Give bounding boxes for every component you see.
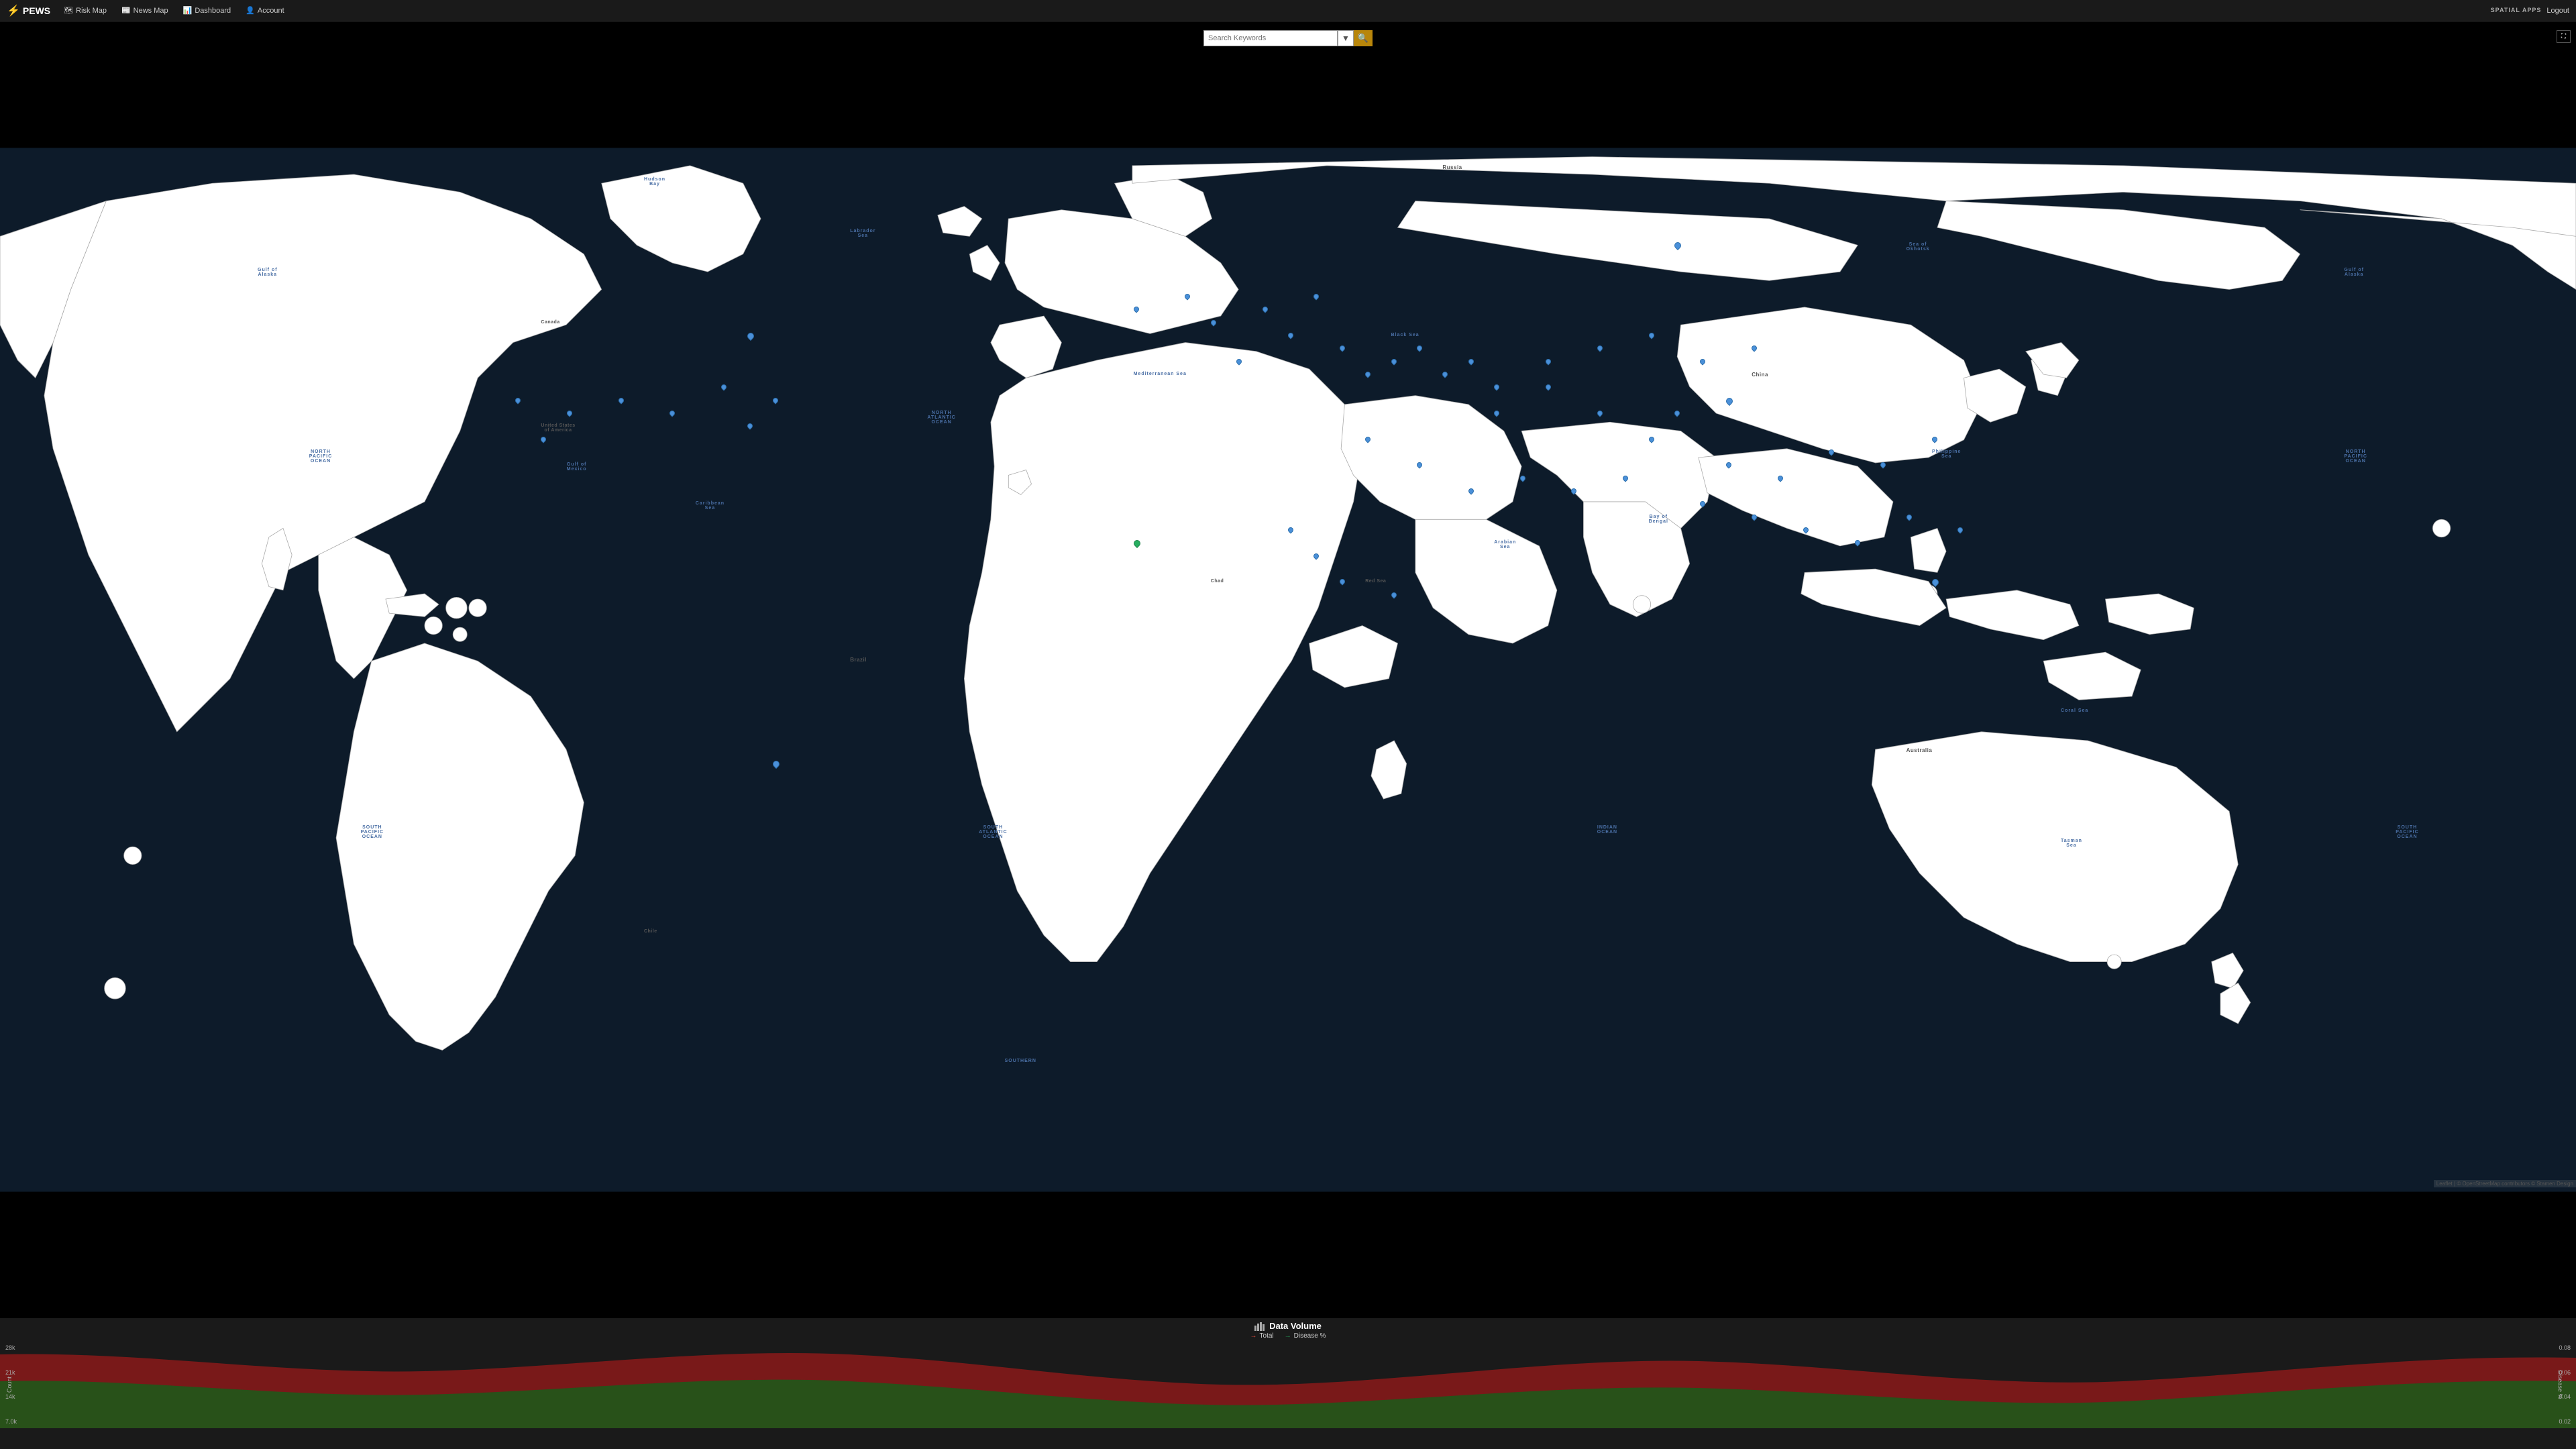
search-icon: 🔍 bbox=[1358, 33, 1368, 44]
filter-icon: ▼ bbox=[1342, 34, 1350, 43]
dashboard-icon: 📊 bbox=[183, 6, 193, 15]
y-label-14k: 14k bbox=[5, 1393, 17, 1400]
y-axis-left-labels: 28k 21k 14k 7.0k bbox=[5, 1341, 17, 1428]
y-label-0.02: 0.02 bbox=[2559, 1418, 2571, 1425]
chart-legend: → Total → Disease % bbox=[0, 1331, 2576, 1341]
total-label: Total bbox=[1260, 1332, 1274, 1340]
nav-right: SPATIAL APPS Logout bbox=[2491, 7, 2576, 15]
search-input[interactable] bbox=[1203, 30, 1338, 46]
y-label-7k: 7.0k bbox=[5, 1418, 17, 1425]
legend-total: → Total bbox=[1250, 1332, 1274, 1340]
news-map-link[interactable]: 📰 News Map bbox=[115, 3, 175, 17]
account-label: Account bbox=[258, 7, 284, 15]
dashboard-link[interactable]: 📊 Dashboard bbox=[176, 3, 238, 17]
chart-area: Count 28k 21k 14k 7.0k 0.08 0.06 0.04 0.… bbox=[0, 1341, 2576, 1428]
map-container[interactable]: Gulf ofAlaska Gulf ofAlaska HudsonBay La… bbox=[0, 21, 2576, 1318]
risk-map-link[interactable]: 🗺 Risk Map bbox=[57, 3, 113, 17]
risk-map-label: Risk Map bbox=[76, 7, 107, 15]
news-map-label: News Map bbox=[133, 7, 168, 15]
search-button[interactable]: 🔍 bbox=[1354, 30, 1373, 46]
expand-map-button[interactable]: ⛶ bbox=[2557, 30, 2571, 43]
map-attribution: Leaflet | © OpenStreetMap contributors ©… bbox=[2434, 1180, 2576, 1187]
filter-button[interactable]: ▼ bbox=[1338, 30, 1354, 46]
account-icon: 👤 bbox=[246, 6, 255, 15]
news-map-icon: 📰 bbox=[121, 6, 131, 15]
nav-links: 🗺 Risk Map 📰 News Map 📊 Dashboard 👤 Acco… bbox=[57, 3, 2491, 17]
total-indicator: → bbox=[1250, 1332, 1257, 1340]
chart-title: Data Volume bbox=[1269, 1321, 1322, 1331]
osm-credit: © OpenStreetMap contributors bbox=[2457, 1181, 2530, 1187]
expand-icon: ⛶ bbox=[2561, 33, 2566, 40]
brand-logo: SPATIAL APPS bbox=[2491, 7, 2542, 14]
disease-indicator: → bbox=[1285, 1332, 1291, 1340]
spatial-credit: © Stamen Design bbox=[2531, 1181, 2573, 1187]
legend-disease: → Disease % bbox=[1285, 1332, 1326, 1340]
leaflet-link[interactable]: Leaflet bbox=[2436, 1181, 2453, 1187]
logout-button[interactable]: Logout bbox=[2546, 7, 2569, 15]
logo[interactable]: ⚡ PEWS bbox=[0, 4, 57, 17]
y-axis-right-title: Disease % bbox=[2557, 1370, 2563, 1399]
y-label-28k: 28k bbox=[5, 1344, 17, 1351]
world-map-svg bbox=[0, 21, 2576, 1318]
dashboard-label: Dashboard bbox=[195, 7, 231, 15]
disease-label: Disease % bbox=[1294, 1332, 1326, 1340]
y-label-21k: 21k bbox=[5, 1369, 17, 1376]
navbar: ⚡ PEWS 🗺 Risk Map 📰 News Map 📊 Dashboard… bbox=[0, 0, 2576, 21]
account-link[interactable]: 👤 Account bbox=[239, 3, 290, 17]
chart-icon bbox=[1254, 1322, 1265, 1331]
chart-container: Data Volume → Total → Disease % Count 28… bbox=[0, 1318, 2576, 1449]
chart-title-bar: Data Volume bbox=[0, 1318, 2576, 1331]
y-label-0.08: 0.08 bbox=[2559, 1344, 2571, 1351]
search-bar: ▼ 🔍 bbox=[1203, 30, 1373, 46]
risk-map-icon: 🗺 bbox=[64, 6, 73, 15]
logo-text: PEWS bbox=[23, 5, 50, 16]
logo-icon: ⚡ bbox=[7, 4, 20, 17]
chart-svg bbox=[0, 1341, 2576, 1428]
